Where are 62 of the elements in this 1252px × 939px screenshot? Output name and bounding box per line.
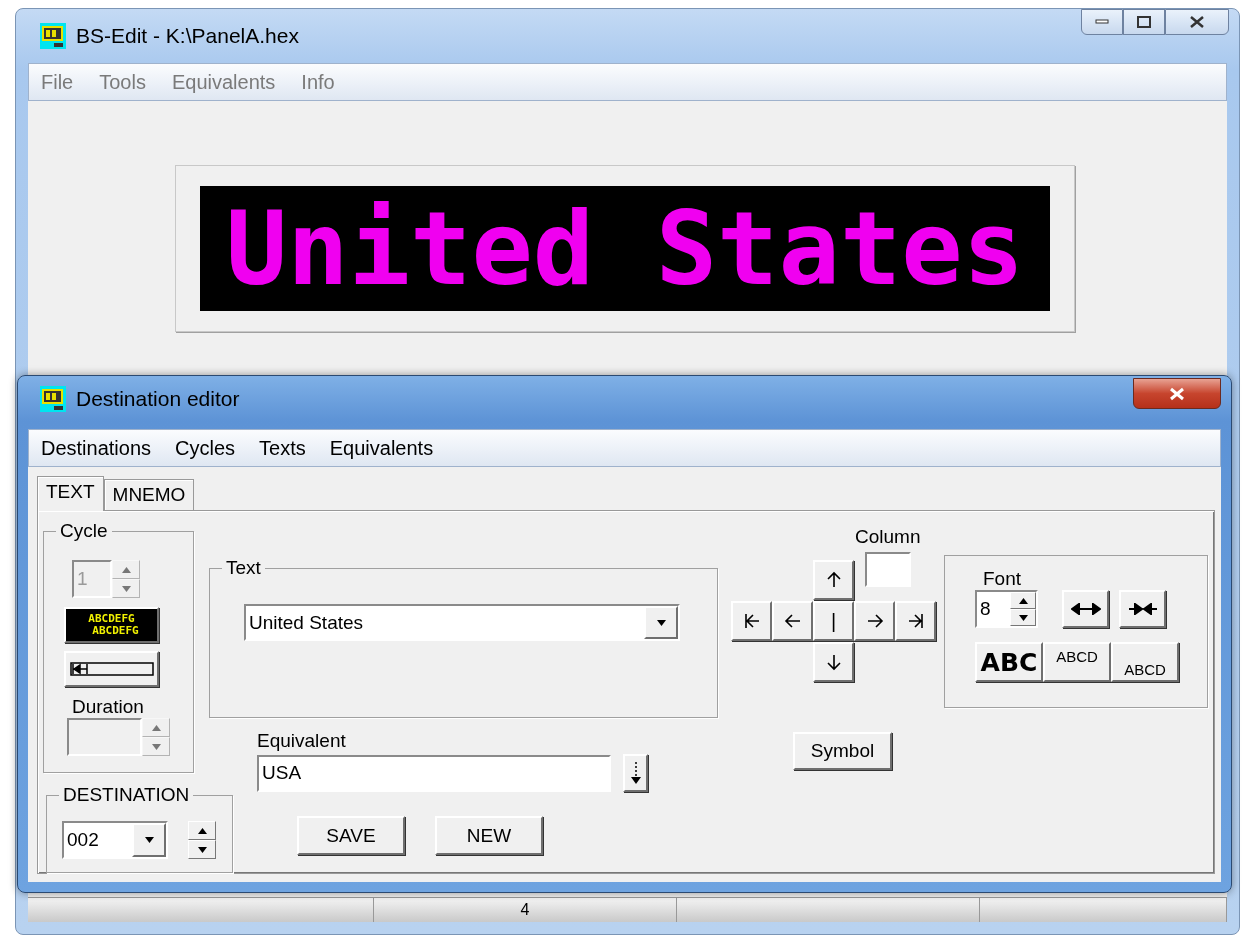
column-label: Column: [855, 526, 921, 548]
menu-item[interactable]: Equivalents: [329, 436, 434, 460]
menu-item[interactable]: Cycles: [175, 436, 236, 460]
font-style-button[interactable]: ABCD: [1043, 642, 1111, 682]
up-arrow-icon: [197, 827, 207, 834]
destination-dropdown[interactable]: 002: [62, 821, 168, 859]
down-arrow-icon: [121, 585, 131, 592]
expand-arrows-icon: [1070, 603, 1101, 615]
status-cell: 4: [374, 898, 677, 922]
dialog-title: Destination editor: [76, 386, 241, 411]
equivalent-label: Equivalent: [257, 730, 347, 752]
down-arrow-icon: [656, 619, 666, 626]
equivalent-field[interactable]: USA: [257, 754, 611, 792]
down-arrow-icon: [1018, 614, 1028, 621]
narrow-button[interactable]: [1119, 590, 1166, 628]
close-button[interactable]: [1133, 378, 1221, 409]
app-logo-icon: [40, 23, 66, 49]
widen-button[interactable]: [1062, 590, 1109, 628]
scroll-effect-button[interactable]: [64, 651, 159, 687]
scroll-left-icon: [69, 661, 154, 677]
menu-item[interactable]: Destinations: [41, 436, 152, 460]
close-icon: [1168, 386, 1186, 401]
action-button[interactable]: NEW: [435, 816, 543, 855]
down-arrow-icon: [151, 743, 161, 750]
move-down-button[interactable]: [813, 642, 854, 682]
up-arrow-icon: [121, 566, 131, 573]
column-field[interactable]: [864, 552, 911, 587]
duration-label: Duration: [72, 696, 144, 718]
down-arrow-icon: [197, 846, 207, 853]
move-right-button[interactable]: [854, 601, 895, 641]
maximize-icon: [1137, 16, 1151, 28]
center-button[interactable]: |: [813, 601, 854, 641]
close-button[interactable]: [1165, 9, 1229, 35]
compress-arrows-icon: [1127, 603, 1158, 615]
font-style-button[interactable]: ABC: [975, 642, 1043, 682]
maximize-button[interactable]: [1123, 9, 1165, 35]
move-left-button[interactable]: [772, 601, 813, 641]
move-start-button[interactable]: [731, 601, 772, 641]
insert-button[interactable]: [623, 754, 648, 792]
up-arrow-icon: [1018, 597, 1028, 604]
menu-item[interactable]: Texts: [259, 436, 306, 460]
symbol-button[interactable]: Symbol: [793, 732, 892, 770]
cycle-spinner[interactable]: [112, 560, 140, 598]
action-button[interactable]: SAVE: [297, 816, 405, 855]
tab[interactable]: TEXT: [37, 476, 104, 511]
font-size-spinner[interactable]: 8: [975, 590, 1038, 628]
move-up-button[interactable]: [813, 560, 854, 600]
duration-spinner[interactable]: [142, 718, 170, 756]
minimize-icon: [1095, 19, 1109, 25]
down-arrow-icon: [144, 837, 154, 843]
text-dropdown[interactable]: United States: [244, 604, 680, 641]
up-arrow-icon: [151, 724, 161, 731]
destination-spinner[interactable]: [188, 821, 216, 859]
dotted-down-arrow-icon: [630, 761, 641, 785]
window-title: BS-Edit - K:\PanelA.hex: [76, 24, 300, 48]
font-style-button[interactable]: ABCD: [1111, 642, 1179, 682]
font-label: Font: [983, 568, 1023, 590]
move-end-button[interactable]: [895, 601, 936, 641]
close-icon: [1189, 16, 1205, 28]
app-logo-icon: [40, 385, 66, 412]
led-text: United States: [225, 188, 1025, 310]
tab[interactable]: MNEMO: [103, 479, 195, 510]
